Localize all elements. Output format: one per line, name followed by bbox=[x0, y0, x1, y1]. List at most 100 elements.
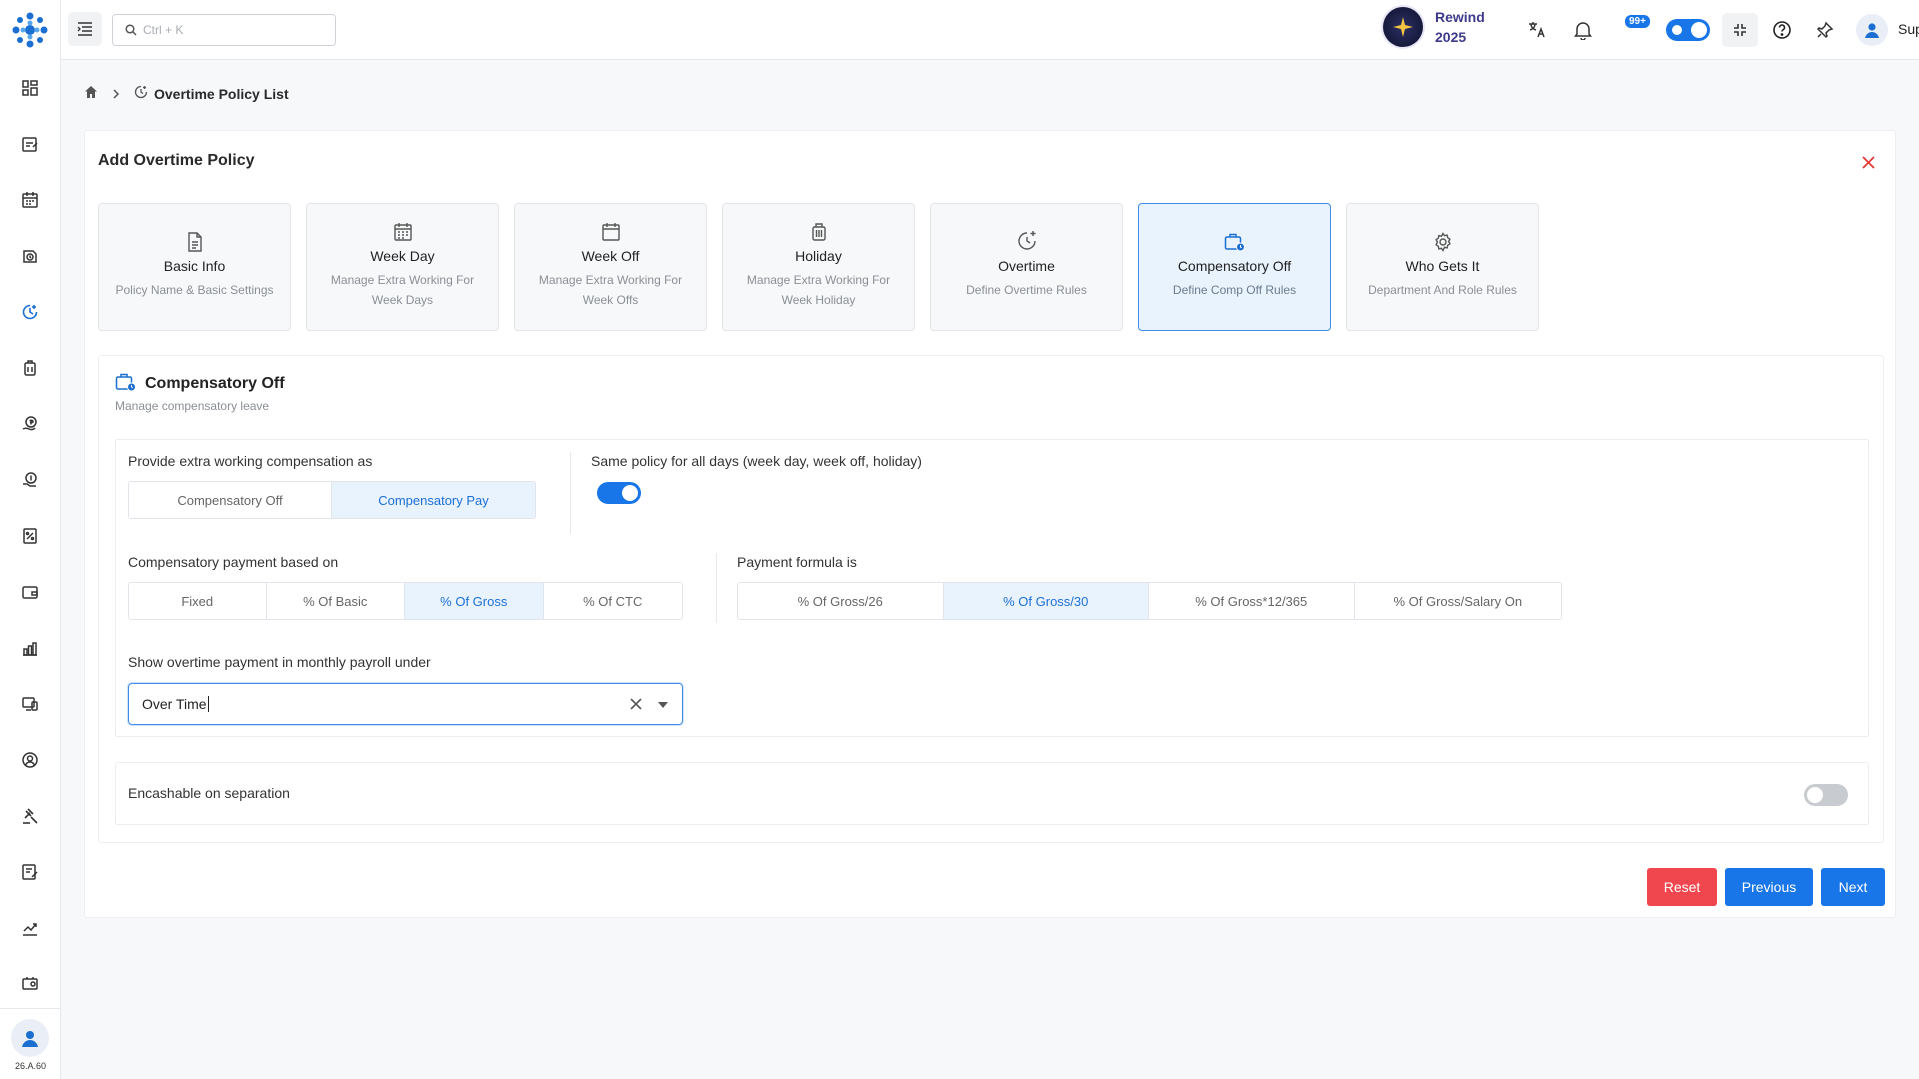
option-percent-basic[interactable]: % Of Basic bbox=[266, 583, 405, 619]
profile-icon[interactable] bbox=[18, 748, 42, 772]
home-icon[interactable] bbox=[84, 85, 98, 102]
step-overtime[interactable]: Overtime Define Overtime Rules bbox=[930, 203, 1123, 331]
clock-plus-icon bbox=[931, 230, 1122, 252]
help-icon[interactable] bbox=[1769, 17, 1795, 43]
search-icon bbox=[125, 24, 137, 36]
step-title: Overtime bbox=[998, 258, 1055, 274]
encashable-toggle[interactable] bbox=[1804, 784, 1848, 806]
section-subtitle: Manage compensatory leave bbox=[115, 399, 270, 413]
option-gross-30[interactable]: % Of Gross/30 bbox=[943, 583, 1149, 619]
payroll-component-value: Over Time bbox=[142, 696, 207, 712]
option-gross-26[interactable]: % Of Gross/26 bbox=[738, 583, 944, 619]
dashboard-icon[interactable] bbox=[18, 76, 42, 100]
step-subtitle: Policy Name & Basic Settings bbox=[115, 283, 274, 297]
rewind-label: Rewind bbox=[1435, 9, 1485, 25]
clear-icon[interactable] bbox=[628, 696, 644, 712]
tax-icon[interactable] bbox=[18, 524, 42, 548]
step-week-off[interactable]: Week Off Manage Extra Working For Week O… bbox=[514, 203, 707, 331]
same-policy-label: Same policy for all days (week day, week… bbox=[591, 453, 922, 469]
topbar-avatar-icon[interactable] bbox=[1856, 14, 1888, 46]
overtime-icon[interactable] bbox=[18, 300, 42, 324]
divider bbox=[716, 553, 717, 623]
settings-icon[interactable] bbox=[18, 972, 42, 996]
calendar-grid-icon bbox=[307, 222, 498, 242]
support-link[interactable]: Support bbox=[1898, 21, 1919, 37]
notification-count-badge: 99+ bbox=[1624, 14, 1651, 29]
step-who-gets-it[interactable]: Who Gets It Department And Role Rules bbox=[1346, 203, 1539, 331]
option-compensatory-pay[interactable]: Compensatory Pay bbox=[332, 482, 535, 518]
forms-icon[interactable] bbox=[18, 860, 42, 884]
luggage-icon bbox=[723, 222, 914, 242]
step-holiday[interactable]: Holiday Manage Extra Working For Week Ho… bbox=[722, 203, 915, 331]
payment-formula-selector: % Of Gross/26 % Of Gross/30 % Of Gross*1… bbox=[737, 582, 1562, 620]
reset-button[interactable]: Reset bbox=[1647, 868, 1717, 906]
payment-based-selector: Fixed % Of Basic % Of Gross % Of CTC bbox=[128, 582, 683, 620]
step-subtitle: Define Overtime Rules bbox=[966, 283, 1087, 297]
user-avatar-icon[interactable] bbox=[11, 1019, 49, 1057]
analytics-icon[interactable] bbox=[18, 916, 42, 940]
reports-icon[interactable] bbox=[18, 636, 42, 660]
add-overtime-policy-card: Add Overtime Policy Basic Info Policy Na… bbox=[84, 130, 1896, 918]
step-title: Week Day bbox=[370, 248, 435, 264]
previous-button[interactable]: Previous bbox=[1725, 868, 1813, 906]
document-icon bbox=[99, 232, 290, 252]
calendar-icon[interactable] bbox=[18, 188, 42, 212]
shift-icon[interactable] bbox=[18, 244, 42, 268]
chevron-down-icon[interactable] bbox=[656, 698, 670, 712]
briefcase-clock-icon bbox=[115, 372, 137, 395]
step-basic-info[interactable]: Basic Info Policy Name & Basic Settings bbox=[98, 203, 291, 331]
search-input[interactable] bbox=[143, 23, 313, 37]
search-box[interactable] bbox=[112, 14, 336, 46]
topbar: Rewind 2025 99+ Support bbox=[61, 0, 1919, 60]
step-subtitle: Department And Role Rules bbox=[1368, 283, 1517, 297]
translate-icon[interactable] bbox=[1524, 17, 1550, 43]
next-button[interactable]: Next bbox=[1821, 868, 1885, 906]
same-policy-toggle[interactable] bbox=[597, 482, 641, 504]
breadcrumb: Overtime Policy List bbox=[84, 85, 289, 102]
gear-icon bbox=[1347, 232, 1538, 252]
rewind-2025-button[interactable]: Rewind 2025 bbox=[1383, 7, 1485, 47]
pin-icon[interactable] bbox=[1812, 17, 1838, 43]
divider bbox=[570, 452, 571, 534]
menu-toggle-button[interactable] bbox=[68, 12, 102, 46]
encashable-row: Encashable on separation bbox=[115, 762, 1869, 825]
payroll-icon[interactable] bbox=[18, 412, 42, 436]
breadcrumb-current: Overtime Policy List bbox=[154, 85, 289, 102]
assets-icon[interactable] bbox=[18, 692, 42, 716]
step-title: Basic Info bbox=[163, 258, 226, 274]
step-subtitle: Manage Extra Working For Week Holiday bbox=[746, 273, 891, 307]
step-title: Compensatory Off bbox=[1177, 258, 1292, 274]
attendance-icon[interactable] bbox=[18, 132, 42, 156]
step-compensatory-off[interactable]: Compensatory Off Define Comp Off Rules bbox=[1138, 203, 1331, 331]
calendar-blank-icon bbox=[515, 222, 706, 242]
legal-icon[interactable] bbox=[18, 804, 42, 828]
compensatory-off-section: Compensatory Off Manage compensatory lea… bbox=[98, 355, 1884, 843]
salary-icon[interactable] bbox=[18, 468, 42, 492]
fullscreen-button[interactable] bbox=[1722, 13, 1758, 47]
payroll-component-select[interactable]: Over Time bbox=[128, 683, 683, 725]
sidebar-user[interactable]: 26.A.60 bbox=[0, 1008, 61, 1079]
collapse-icon bbox=[1734, 24, 1746, 36]
app-logo-icon[interactable] bbox=[10, 10, 50, 50]
step-title: Week Off bbox=[581, 248, 640, 264]
page-title: Add Overtime Policy bbox=[98, 152, 255, 169]
option-compensatory-off[interactable]: Compensatory Off bbox=[129, 482, 332, 518]
close-icon[interactable] bbox=[1859, 153, 1877, 171]
bell-icon[interactable] bbox=[1570, 17, 1596, 43]
overtime-clock-icon bbox=[134, 85, 148, 102]
compensation-type-selector: Compensatory Off Compensatory Pay bbox=[128, 481, 536, 519]
chevron-right-icon bbox=[112, 86, 120, 102]
wallet-icon[interactable] bbox=[18, 580, 42, 604]
option-percent-ctc[interactable]: % Of CTC bbox=[543, 583, 682, 619]
step-subtitle: Manage Extra Working For Week Offs bbox=[538, 273, 683, 307]
option-percent-gross[interactable]: % Of Gross bbox=[405, 583, 544, 619]
payroll-component-label: Show overtime payment in monthly payroll… bbox=[128, 654, 431, 670]
theme-toggle[interactable] bbox=[1666, 19, 1710, 41]
step-week-day[interactable]: Week Day Manage Extra Working For Week D… bbox=[306, 203, 499, 331]
option-fixed[interactable]: Fixed bbox=[129, 583, 267, 619]
option-gross-salary-on[interactable]: % Of Gross/Salary On bbox=[1354, 583, 1561, 619]
payment-formula-label: Payment formula is bbox=[737, 554, 857, 570]
leave-icon[interactable] bbox=[18, 356, 42, 380]
briefcase-clock-icon bbox=[1139, 232, 1330, 252]
option-gross-12-365[interactable]: % Of Gross*12/365 bbox=[1149, 583, 1355, 619]
